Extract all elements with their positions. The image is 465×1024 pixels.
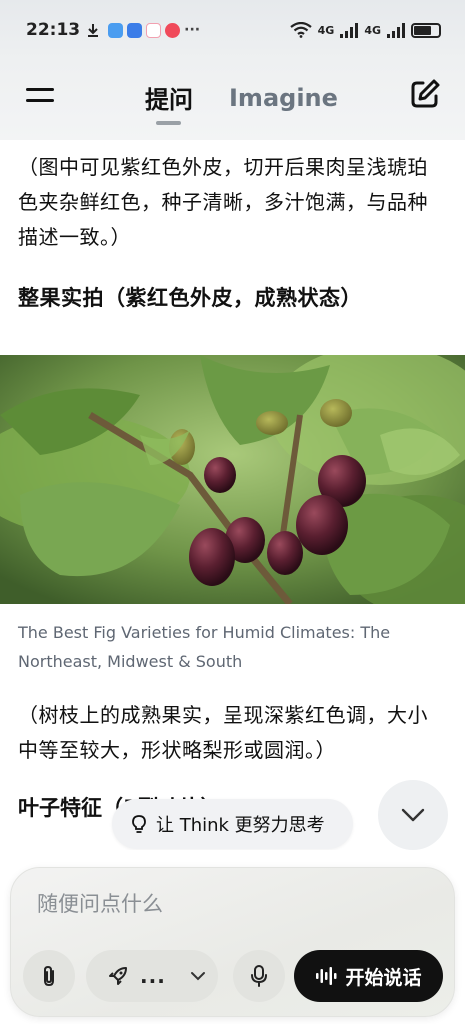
network-type-label: 4G [364,23,381,37]
microphone-icon [251,965,267,987]
status-time: 22:13 [26,20,81,40]
music-app-icon [146,22,162,38]
status-bar: 22:13 ··· 4G 4G [0,0,465,60]
rocket-icon [109,967,127,985]
network-type-label: 4G [317,23,335,37]
start-voice-button[interactable]: 开始说话 [294,950,443,1002]
attach-button[interactable] [23,950,75,1002]
response-paragraph: （树枝上的成熟果实，呈现深紫红色调，大小中等至较大，形状略梨形或圆润。） [18,703,428,762]
signal-icon [387,22,405,38]
message-composer: 随便问点什么 ... 开始说话 [10,867,455,1017]
video-app-icon [165,22,181,38]
menu-button[interactable] [26,84,56,108]
menu-icon [26,88,54,91]
app-notification-icon [108,22,124,38]
model-name: ... [140,964,166,988]
app-header: 提问 Imagine [0,60,465,140]
mode-tabs: 提问 Imagine [145,80,338,115]
response-paragraph: （图中可见紫红色外皮，切开后果肉呈浅琥珀色夹杂鲜红色，种子清晰，多汁饱满，与品种… [18,155,428,249]
chevron-down-icon [190,972,205,981]
more-notifications-icon: ··· [184,22,201,38]
fig-photo-illustration [0,355,465,604]
think-chip-label: 让 Think 更努力思考 [156,815,325,836]
signal-icon [340,22,359,38]
tab-imagine[interactable]: Imagine [229,84,338,112]
start-voice-label: 开始说话 [345,966,422,989]
message-input[interactable]: 随便问点什么 [37,888,163,918]
active-tab-indicator [156,121,181,125]
app-notification-icon [127,22,143,38]
menu-icon [26,99,54,102]
download-icon [88,23,99,37]
section-heading: 整果实拍（紫红色外皮，成熟状态） [18,286,362,310]
wifi-icon [289,22,312,38]
paperclip-icon [44,965,54,987]
think-harder-chip[interactable]: 让 Think 更努力思考 [112,799,353,849]
new-chat-icon[interactable] [409,78,441,110]
model-selector[interactable]: ... [86,950,218,1002]
battery-icon [411,22,441,38]
image-source-link[interactable]: The Best Fig Varieties for Humid Climate… [18,618,447,676]
lightbulb-icon [132,815,146,833]
scroll-down-button[interactable] [378,780,448,850]
tab-ask[interactable]: 提问 [145,80,193,115]
voice-waveform-icon [316,967,337,985]
chevron-down-icon [401,808,425,822]
microphone-button[interactable] [233,950,285,1002]
fig-tree-image[interactable] [0,355,465,604]
